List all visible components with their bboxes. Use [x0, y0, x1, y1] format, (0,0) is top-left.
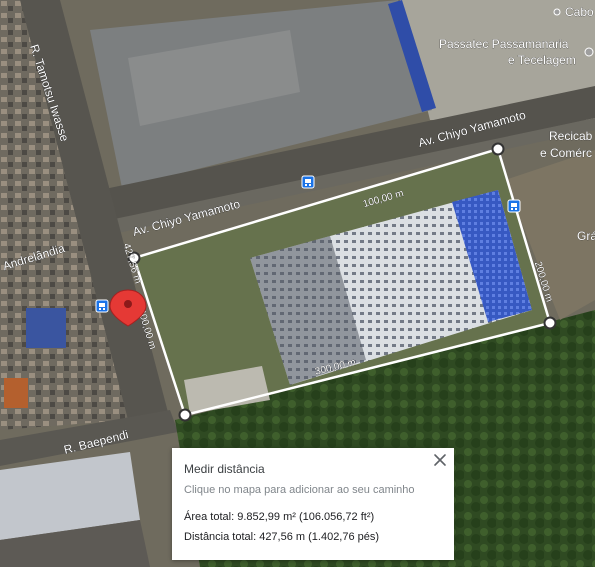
- poi-label-recicab-line2[interactable]: e Comérc: [540, 146, 593, 161]
- measure-vertex-2[interactable]: [491, 142, 505, 156]
- poi-label-passatec-line1[interactable]: Passatec Passamanaria: [439, 37, 569, 52]
- poi-dot-icon[interactable]: [553, 8, 561, 16]
- panel-subtitle: Clique no mapa para adicionar ao seu cam…: [184, 484, 415, 496]
- poi-label-recicab-line1[interactable]: Recicab: [549, 129, 593, 144]
- poi-label-cabo[interactable]: Cabo: [565, 5, 595, 20]
- poi-label-passatec-line2[interactable]: e Tecelagem: [508, 53, 576, 68]
- panel-title: Medir distância: [184, 462, 265, 476]
- measure-vertex-4[interactable]: [178, 408, 192, 422]
- close-icon[interactable]: [432, 452, 448, 468]
- orange-roof-house: [4, 378, 28, 408]
- poi-label-gra[interactable]: Grá: [577, 229, 595, 244]
- bus-stop-icon[interactable]: [95, 299, 109, 313]
- bus-stop-icon[interactable]: [507, 199, 521, 213]
- measure-vertex-3[interactable]: [543, 316, 557, 330]
- total-area-text: Área total: 9.852,99 m² (106.056,72 ft²): [184, 511, 375, 523]
- poi-dot-icon[interactable]: [584, 47, 594, 57]
- measure-distance-panel: Medir distância Clique no mapa para adic…: [172, 448, 454, 560]
- blue-roof-house: [26, 308, 66, 348]
- bus-stop-icon[interactable]: [301, 175, 315, 189]
- total-distance-text: Distância total: 427,56 m (1.402,76 pés): [184, 531, 380, 543]
